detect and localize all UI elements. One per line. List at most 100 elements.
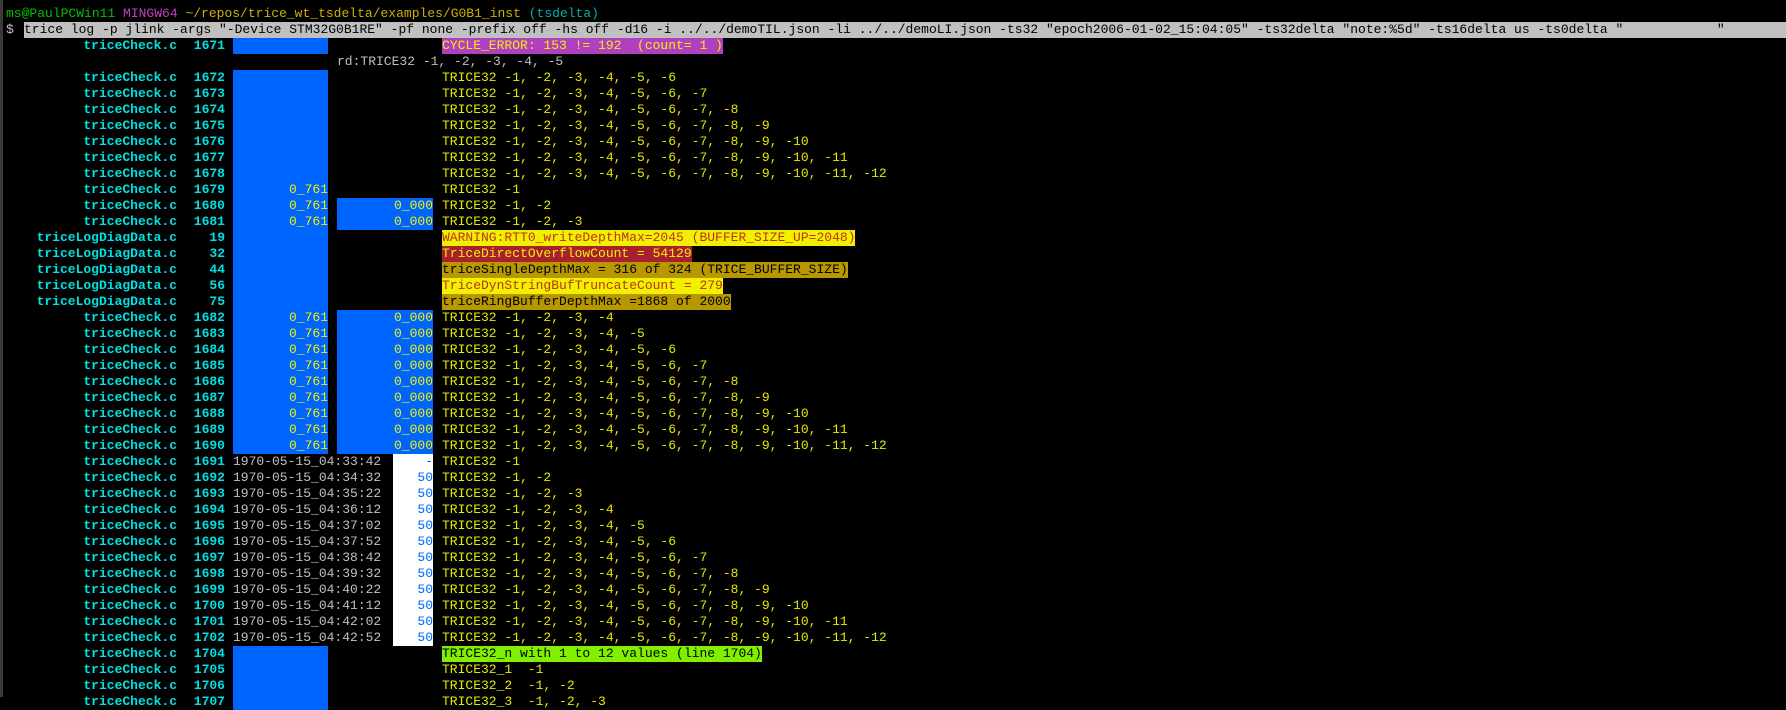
- timestamp-32: 0_761: [233, 198, 328, 214]
- line-number: 1706: [193, 678, 225, 693]
- log-message: TRICE32 -1, -2, -3, -4, -5, -6, -7: [442, 86, 708, 101]
- log-row: triceCheck.c 1690 0_761 0_000 TRICE32 -1, -2…: [0, 438, 1786, 454]
- source-file: triceCheck.c: [83, 550, 177, 565]
- log-row: triceCheck.c 1685 0_761 0_000 TRICE32 -1, -2…: [0, 358, 1786, 374]
- log-row: triceCheck.c 1681 0_761 0_000 TRICE32 -1, -2…: [0, 214, 1786, 230]
- line-number: 1675: [193, 118, 225, 133]
- prompt-path: ~/repos/trice_wt_tsdelta/examples/G0B1_i…: [185, 6, 521, 21]
- log-message: TRICE32 -1: [442, 182, 521, 197]
- source-file: triceCheck.c: [83, 470, 177, 485]
- timestamp-delta: 50: [393, 470, 433, 486]
- source-file: triceCheck.c: [83, 582, 177, 597]
- line-number: 1673: [193, 86, 225, 101]
- timestamp-32: 0_761: [233, 374, 328, 390]
- source-file: triceCheck.c: [83, 502, 177, 517]
- timestamp-delta: 50: [393, 486, 433, 502]
- log-message: TRICE32 -1, -2, -3, -4, -5, -6, -7, -8, …: [442, 598, 809, 613]
- log-row: triceCheck.c 1692 1970-05-15_04:34:32 50 TRI…: [0, 470, 1786, 486]
- log-message: TRICE32_1 -1: [442, 662, 544, 677]
- line-number: 1674: [193, 102, 225, 117]
- line-number: 1688: [193, 406, 225, 421]
- log-message: TRICE32_n with 1 to 12 values (line 1704…: [442, 646, 762, 662]
- timestamp: 1970-05-15_04:38:42: [233, 550, 382, 565]
- timestamp-delta: 50: [393, 630, 433, 646]
- timestamp-32: [233, 294, 328, 310]
- line-number: 1690: [193, 438, 225, 453]
- prompt-shell: MINGW64: [123, 6, 178, 21]
- source-file: triceCheck.c: [83, 566, 177, 581]
- timestamp-32: [233, 134, 328, 150]
- timestamp-32: [233, 70, 328, 86]
- log-message: triceSingleDepthMax = 316 of 324 (TRICE_…: [442, 262, 848, 278]
- timestamp-delta: 50: [393, 614, 433, 630]
- shell-prompt: ms@PaulPCWin11 MINGW64 ~/repos/trice_wt_…: [6, 6, 599, 22]
- source-file: triceCheck.c: [83, 102, 177, 117]
- log-message: triceRingBufferDepthMax =1868 of 2000: [442, 294, 731, 310]
- log-row: triceCheck.c 1680 0_761 0_000 TRICE32 -1, -2: [0, 198, 1786, 214]
- log-row: triceCheck.c 1696 1970-05-15_04:37:52 50 TRI…: [0, 534, 1786, 550]
- line-number: 1697: [193, 550, 225, 565]
- log-row: triceCheck.c 1695 1970-05-15_04:37:02 50 TRI…: [0, 518, 1786, 534]
- log-row: triceCheck.c 1686 0_761 0_000 TRICE32 -1, -2…: [0, 374, 1786, 390]
- timestamp-32: [233, 102, 328, 118]
- log-row: triceLogDiagData.c 32 TriceDirectOverflowC…: [0, 246, 1786, 262]
- command-line[interactable]: $ trice log -p jlink -args "-Device STM32…: [3, 22, 1786, 38]
- timestamp-32: [233, 166, 328, 182]
- line-number: 1671: [193, 38, 225, 53]
- line-number: 1693: [193, 486, 225, 501]
- log-row: triceLogDiagData.c 44 triceSingleDepthMax …: [0, 262, 1786, 278]
- log-row: triceCheck.c 1675 TRICE32 -1, -2, -3, -4, …: [0, 118, 1786, 134]
- log-message: TRICE32 -1: [442, 454, 521, 469]
- log-message: TRICE32 -1, -2, -3, -4, -5, -6, -7, -8, …: [442, 614, 848, 629]
- log-row: triceCheck.c 1687 0_761 0_000 TRICE32 -1, -2…: [0, 390, 1786, 406]
- source-file: triceCheck.c: [83, 86, 177, 101]
- log-message: CYCLE_ERROR: 153 != 192 (count= 1 ): [442, 38, 723, 54]
- source-file: triceCheck.c: [83, 214, 177, 229]
- timestamp: 1970-05-15_04:42:02: [233, 614, 382, 629]
- line-number: 1679: [193, 182, 225, 197]
- source-file: triceCheck.c: [83, 614, 177, 629]
- source-file: triceCheck.c: [83, 662, 177, 677]
- source-file: triceLogDiagData.c: [36, 278, 177, 293]
- source-file: triceCheck.c: [83, 342, 177, 357]
- log-message: TRICE32 -1, -2, -3, -4, -5, -6, -7, -8: [442, 102, 739, 117]
- line-number: 1701: [193, 614, 225, 629]
- timestamp-32: 0_761: [233, 390, 328, 406]
- timestamp-delta: 50: [393, 582, 433, 598]
- log-row: triceCheck.c 1683 0_761 0_000 TRICE32 -1, -2…: [0, 326, 1786, 342]
- timestamp-delta: 50: [393, 598, 433, 614]
- timestamp-delta: 50: [393, 502, 433, 518]
- log-message: TRICE32 -1, -2, -3, -4, -5, -6, -7, -8, …: [442, 630, 887, 645]
- source-file: triceLogDiagData.c: [36, 246, 177, 261]
- source-file: triceCheck.c: [83, 38, 177, 53]
- source-file: triceCheck.c: [83, 198, 177, 213]
- log-row: triceLogDiagData.c 19 WARNING:RTT0_writeDe…: [0, 230, 1786, 246]
- timestamp-32: 0_761: [233, 326, 328, 342]
- timestamp-16: 0_000: [337, 310, 433, 326]
- log-message: TRICE32 -1, -2: [442, 470, 552, 485]
- log-row: triceCheck.c 1688 0_761 0_000 TRICE32 -1, -2…: [0, 406, 1786, 422]
- log-message: TRICE32 -1, -2, -3: [442, 214, 583, 229]
- source-file: triceCheck.c: [83, 310, 177, 325]
- log-row: triceCheck.c 1707 TRICE32_3 -1, -2, -3: [0, 694, 1786, 710]
- log-row: triceCheck.c 1693 1970-05-15_04:35:22 50 TRI…: [0, 486, 1786, 502]
- prompt-branch: (tsdelta): [528, 6, 599, 21]
- log-message: TRICE32 -1, -2, -3, -4, -5, -6, -7, -8, …: [442, 166, 887, 181]
- line-number: 1685: [193, 358, 225, 373]
- line-number: 1698: [193, 566, 225, 581]
- log-message: TRICE32 -1, -2, -3, -4, -5, -6, -7, -8, …: [442, 134, 809, 149]
- timestamp: 1970-05-15_04:36:12: [233, 502, 382, 517]
- log-message: TRICE32_3 -1, -2, -3: [442, 694, 606, 709]
- timestamp-delta: 50: [393, 550, 433, 566]
- source-file: triceCheck.c: [83, 406, 177, 421]
- timestamp: 1970-05-15_04:37:52: [233, 534, 382, 549]
- log-row: triceCheck.c 1674 TRICE32 -1, -2, -3, -4, …: [0, 102, 1786, 118]
- log-row: triceCheck.c 1694 1970-05-15_04:36:12 50 TRI…: [0, 502, 1786, 518]
- source-file: triceCheck.c: [83, 630, 177, 645]
- timestamp-16: 0_000: [337, 214, 433, 230]
- log-row: triceCheck.c 1682 0_761 0_000 TRICE32 -1, -2…: [0, 310, 1786, 326]
- line-number: 56: [209, 278, 225, 293]
- timestamp-32: [233, 678, 328, 694]
- log-message: TRICE32_2 -1, -2: [442, 678, 575, 693]
- line-number: 1695: [193, 518, 225, 533]
